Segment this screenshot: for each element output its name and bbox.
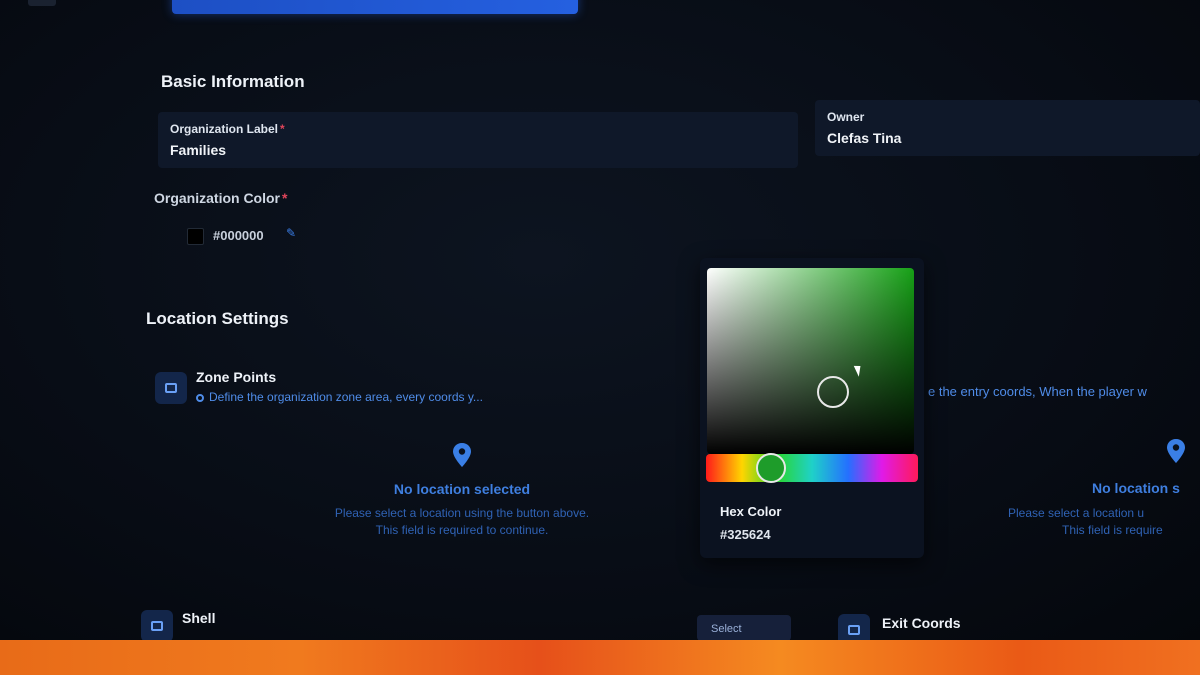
saturation-handle[interactable] <box>817 376 849 408</box>
entry-empty-line1: Please select a location u <box>1008 506 1145 520</box>
zone-empty-line1: Please select a location using the butto… <box>334 506 590 520</box>
basic-info-title: Basic Information <box>161 72 305 91</box>
org-color-value: #000000 <box>213 228 264 243</box>
shell-title: Shell <box>182 610 216 626</box>
primary-action-button[interactable] <box>172 0 578 14</box>
hex-color-value[interactable]: #325624 <box>720 527 771 542</box>
owner-field[interactable]: Owner Clefas Tina <box>815 100 1200 156</box>
hex-color-label: Hex Color <box>720 504 782 519</box>
location-settings-title: Location Settings <box>146 309 289 328</box>
org-label-label: Organization Label <box>170 122 279 136</box>
hue-slider[interactable] <box>706 453 918 483</box>
required-mark: * <box>280 122 285 136</box>
location-pin-icon <box>453 443 471 467</box>
entry-coords-desc: e the entry coords, When the player w <box>928 384 1147 399</box>
info-icon <box>196 393 204 402</box>
entry-empty-line2: This field is require <box>1062 523 1163 537</box>
edit-icon[interactable]: ✎ <box>286 226 300 240</box>
color-picker-popover: Hex Color #325624 <box>700 258 924 558</box>
zone-empty-line2: This field is required to continue. <box>375 523 549 537</box>
owner-label: Owner <box>827 110 865 124</box>
org-label-value: Families <box>170 142 227 158</box>
zone-points-title: Zone Points <box>196 369 277 385</box>
color-swatch[interactable] <box>187 228 204 245</box>
saturation-area[interactable] <box>707 268 914 454</box>
desk-background <box>0 640 1200 675</box>
zone-points-desc: Define the organization zone area, every… <box>196 390 483 404</box>
zone-points-icon <box>155 372 187 404</box>
screen: Basic Information Organization Label * Fa… <box>0 0 1200 645</box>
org-label-field[interactable]: Organization Label * Families <box>158 112 798 168</box>
location-pin-icon <box>1167 439 1185 463</box>
owner-value: Clefas Tina <box>827 130 902 146</box>
shell-icon <box>141 610 173 642</box>
select-location-button[interactable]: Select <box>697 615 791 641</box>
entry-empty-title: No location s <box>1092 480 1180 496</box>
zone-empty-title: No location selected <box>393 481 531 497</box>
hue-handle[interactable] <box>756 453 786 483</box>
exit-coords-title: Exit Coords <box>882 615 961 631</box>
org-color-label: Organization Color * <box>154 190 288 206</box>
window-corner <box>28 0 56 6</box>
